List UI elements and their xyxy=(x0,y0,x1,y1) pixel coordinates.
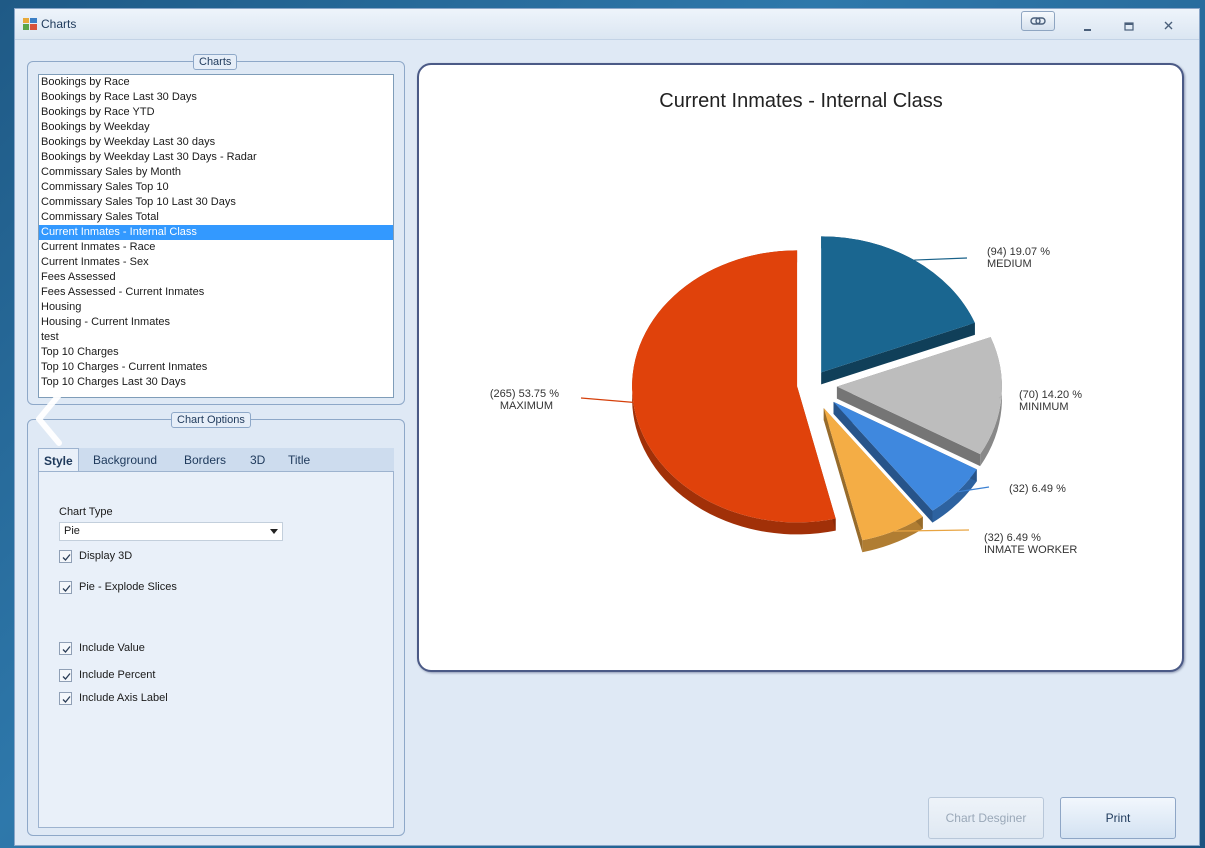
chart-list-item[interactable]: Top 10 Charges - Current Inmates xyxy=(39,360,393,375)
print-button[interactable]: Print xyxy=(1060,797,1176,839)
minimize-icon xyxy=(1084,29,1091,31)
chart-list-item[interactable]: Current Inmates - Internal Class xyxy=(39,225,393,240)
chart-type-value: Pie xyxy=(64,525,80,537)
chart-options-legend: Chart Options xyxy=(171,412,251,428)
pie-chart: Current Inmates - Internal Class (94) 19… xyxy=(490,90,1082,556)
slice-value-label: (265) 53.75 % xyxy=(490,388,559,400)
check-icon xyxy=(62,673,71,680)
chart-list-item[interactable]: Commissary Sales by Month xyxy=(39,165,393,180)
chart-list-item[interactable]: Current Inmates - Race xyxy=(39,240,393,255)
tab-title[interactable]: Title xyxy=(288,448,310,471)
slice-value-label: (94) 19.07 % xyxy=(987,246,1050,258)
tab-background[interactable]: Background xyxy=(93,448,157,471)
chart-list-item[interactable]: Housing xyxy=(39,300,393,315)
maximize-button[interactable] xyxy=(1122,19,1136,33)
checkbox-label: Include Axis Label xyxy=(79,692,168,704)
minimize-button[interactable] xyxy=(1081,19,1095,33)
chevron-left-icon[interactable] xyxy=(31,391,65,447)
chart-list-item[interactable]: Bookings by Weekday Last 30 Days - Radar xyxy=(39,150,393,165)
app-icon xyxy=(23,18,37,30)
checkbox-label: Include Value xyxy=(79,642,145,654)
chart-list-item[interactable]: Bookings by Weekday Last 30 days xyxy=(39,135,393,150)
pie-slice[interactable] xyxy=(632,250,836,523)
options-tabbar: Style Background Borders 3D Title xyxy=(38,448,394,472)
maximize-icon xyxy=(1124,22,1134,31)
chart-frame: Current Inmates - Internal Class (94) 19… xyxy=(417,63,1184,672)
chart-list-item[interactable]: Top 10 Charges xyxy=(39,345,393,360)
style-tab-panel: Chart Type Pie Display 3D Pie - Explode … xyxy=(38,472,394,828)
chart-list-item[interactable]: Housing - Current Inmates xyxy=(39,315,393,330)
check-icon xyxy=(62,696,71,703)
leader-line xyxy=(914,257,968,261)
chart-type-label: Chart Type xyxy=(59,506,113,518)
charts-group: Charts Bookings by Race Bookings by Race … xyxy=(27,54,405,405)
close-icon xyxy=(1164,21,1173,30)
restore-down-button[interactable] xyxy=(1021,11,1055,31)
checkbox-label: Pie - Explode Slices xyxy=(79,581,177,593)
tab-3d[interactable]: 3D xyxy=(250,448,265,471)
charts-group-legend: Charts xyxy=(193,54,238,70)
chart-list-item[interactable]: Bookings by Weekday xyxy=(39,120,393,135)
charts-listbox[interactable]: Bookings by Race Bookings by Race Last 30… xyxy=(38,74,394,398)
chart-list-item[interactable]: test xyxy=(39,330,393,345)
chart-designer-button[interactable]: Chart Desginer xyxy=(928,797,1044,839)
charts-window: Charts Charts Bookings by Race Bookings … xyxy=(14,8,1200,846)
tab-borders[interactable]: Borders xyxy=(184,448,226,471)
title-bar[interactable]: Charts xyxy=(15,9,1199,40)
check-icon xyxy=(62,585,71,592)
slice-category-label: MEDIUM xyxy=(987,258,1032,270)
checkbox-box[interactable] xyxy=(59,642,72,655)
slice-category-label: MINIMUM xyxy=(1019,401,1069,413)
chart-list-item[interactable]: Bookings by Race Last 30 Days xyxy=(39,90,393,105)
chart-options-group: Chart Options Style Background Borders 3… xyxy=(27,412,405,836)
chevron-down-icon xyxy=(270,529,278,534)
chart-list-item[interactable]: Bookings by Race xyxy=(39,75,393,90)
checkbox-box[interactable] xyxy=(59,692,72,705)
chart-list-item[interactable]: Top 10 Charges Last 30 Days xyxy=(39,375,393,390)
slice-category-label: MAXIMUM xyxy=(500,400,553,412)
window-title: Charts xyxy=(41,17,77,31)
chart-title: Current Inmates - Internal Class xyxy=(659,90,942,112)
checkbox-box[interactable] xyxy=(59,550,72,563)
link-icon xyxy=(1030,17,1046,25)
chart-list-item[interactable]: Bookings by Race YTD xyxy=(39,105,393,120)
tab-style[interactable]: Style xyxy=(38,448,79,471)
close-button[interactable] xyxy=(1162,19,1176,33)
checkbox-label: Include Percent xyxy=(79,669,156,681)
chart-list-item[interactable]: Current Inmates - Sex xyxy=(39,255,393,270)
checkbox-box[interactable] xyxy=(59,669,72,682)
chart-type-select[interactable]: Pie xyxy=(59,522,283,541)
slice-value-label: (32) 6.49 % xyxy=(1009,483,1066,495)
chart-list-item[interactable]: Fees Assessed - Current Inmates xyxy=(39,285,393,300)
chart-list-item[interactable]: Commissary Sales Top 10 Last 30 Days xyxy=(39,195,393,210)
chart-list-item[interactable]: Commissary Sales Total xyxy=(39,210,393,225)
check-icon xyxy=(62,646,71,653)
chart-list-item[interactable]: Fees Assessed xyxy=(39,270,393,285)
slice-value-label: (32) 6.49 % xyxy=(984,532,1041,544)
slice-value-label: (70) 14.20 % xyxy=(1019,389,1082,401)
leader-line xyxy=(580,397,634,403)
checkbox-label: Display 3D xyxy=(79,550,133,562)
slice-category-label: INMATE WORKER xyxy=(984,544,1077,556)
checkbox-box[interactable] xyxy=(59,581,72,594)
chart-list-item[interactable]: Commissary Sales Top 10 xyxy=(39,180,393,195)
check-icon xyxy=(62,554,71,561)
